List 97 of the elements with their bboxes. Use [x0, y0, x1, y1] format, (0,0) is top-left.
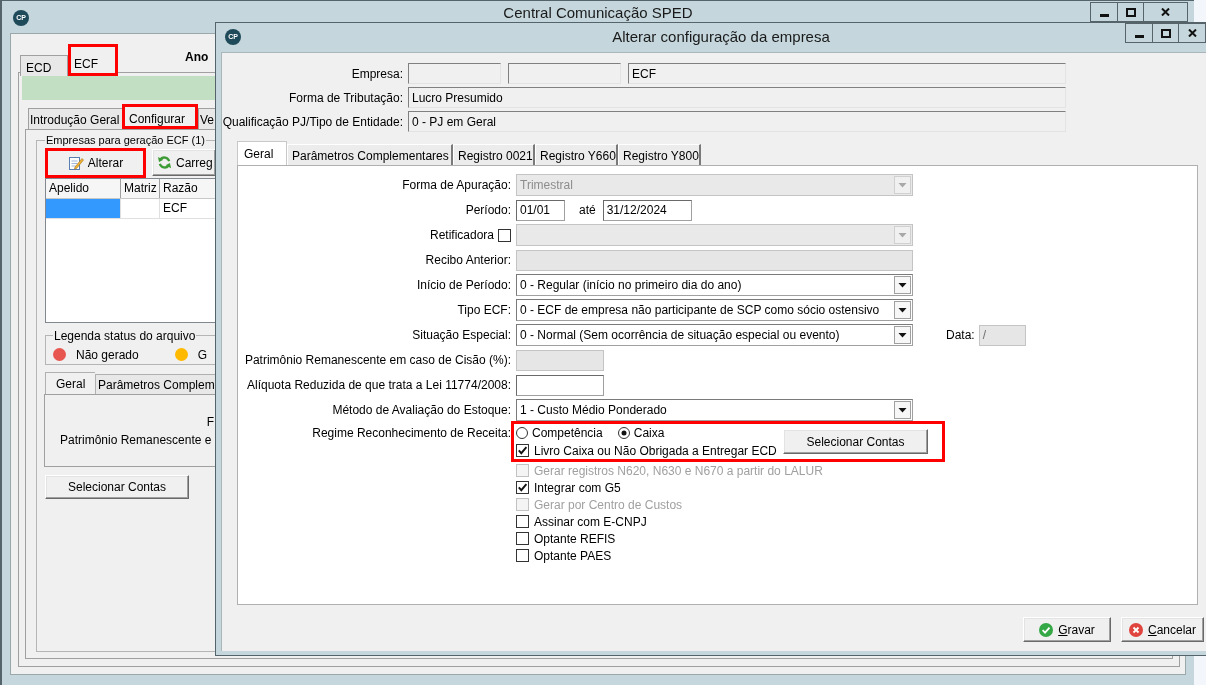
cancel-button[interactable]: Cancelar [1121, 617, 1204, 642]
minimize-icon [1099, 13, 1109, 17]
dropdown[interactable]: 0 - Regular (início no primeiro dia do ano) [516, 274, 913, 296]
text-field[interactable] [508, 63, 621, 84]
field-label: Patrimônio Remanescente e [60, 431, 213, 449]
field-label: Recibo Anterior: [425, 252, 511, 269]
field-label: Forma de Apuração: [402, 177, 511, 194]
group-title: Empresas para geração ECF (1) [45, 133, 206, 148]
edit-button[interactable]: Alterar [45, 147, 146, 178]
select-accounts-button[interactable]: Selecionar Contas [783, 429, 928, 454]
window-title: Central Comunicação SPED [503, 4, 693, 21]
refresh-icon [157, 155, 172, 170]
checkbox[interactable] [516, 444, 529, 457]
checkbox-label: Optante REFIS [534, 530, 616, 548]
caret-icon [894, 276, 911, 294]
table-cell[interactable]: ECF [160, 198, 215, 218]
radio-button[interactable] [516, 427, 528, 439]
caret-icon [894, 226, 911, 244]
legend-label: Não gerado [76, 346, 139, 364]
close-button[interactable] [1178, 23, 1206, 43]
field-label: Método de Avaliação do Estoque: [332, 402, 511, 419]
close-button[interactable] [1143, 2, 1188, 22]
field-label: Início de Período: [416, 277, 511, 294]
tab[interactable]: ECD [20, 55, 68, 76]
text-field[interactable] [516, 374, 604, 396]
field-label: até [579, 202, 596, 219]
field-label: Tipo ECF: [457, 302, 511, 319]
maximize-button[interactable] [1152, 23, 1179, 43]
field-label: F [206, 413, 214, 431]
caret-icon [894, 301, 911, 319]
maximize-icon [1160, 28, 1171, 38]
close-icon [1187, 29, 1197, 37]
field-label: Data: [946, 327, 975, 344]
legend-label: G [197, 346, 208, 364]
minimize-icon [1134, 34, 1144, 38]
field-label: Forma de Tributação: [288, 89, 403, 107]
check-circle-icon [1039, 622, 1054, 637]
x-circle-icon [1129, 622, 1143, 637]
column-header[interactable]: Matriz [121, 178, 160, 198]
field-label: Patrimônio Remanescente em caso de Cisão (%): [244, 352, 511, 369]
tab[interactable]: Geral [237, 141, 287, 165]
group-title: Legenda status do arquivo [53, 327, 197, 345]
checkbox-label: Gerar por Centro de Custos [534, 496, 683, 514]
select-accounts-button[interactable]: Selecionar Contas [45, 474, 189, 499]
text-field[interactable]: 0 - PJ em Geral [408, 111, 1066, 132]
tab[interactable]: Registro 0021 [453, 144, 535, 165]
tab[interactable]: Configurar [122, 104, 198, 129]
field-label: Situação Especial: [412, 327, 511, 344]
column-header[interactable]: Apelido [46, 178, 121, 198]
checkbox-label: Livro Caixa ou Não Obrigada a Entregar ECD [534, 442, 777, 460]
field-label: Período: [465, 202, 511, 219]
dropdown[interactable]: 1 - Custo Médio Ponderado [516, 399, 913, 421]
tab[interactable]: Geral [45, 371, 95, 394]
caret-icon [894, 176, 911, 194]
tab[interactable]: Parâmetros Complem [95, 373, 215, 394]
tab[interactable]: ECF [68, 44, 118, 76]
text-field[interactable] [408, 63, 501, 84]
tab[interactable]: Ve [198, 108, 215, 129]
maximize-button[interactable] [1117, 2, 1144, 22]
checkbox[interactable] [516, 532, 529, 545]
tab[interactable]: Introdução Geral [28, 108, 122, 129]
field-label: Retificadora [429, 227, 494, 244]
minimize-button[interactable] [1125, 23, 1153, 43]
tab[interactable]: Parâmetros Complementares [287, 144, 453, 165]
field-label: Alíquota Reduzida de que trata a Lei 11774/2008: [247, 377, 511, 394]
radio-button[interactable] [617, 427, 630, 439]
option-label: Competência [532, 425, 603, 442]
dialog-title: Alterar configuração da empresa [612, 28, 830, 45]
caret-icon [894, 326, 911, 344]
checkbox-label: Integrar com G5 [534, 479, 621, 497]
dropdown[interactable]: 0 - Normal (Sem ocorrência de situação especial ou evento) [516, 324, 913, 346]
caret-icon [894, 401, 911, 419]
year-label: Ano [185, 49, 209, 66]
pencil-icon [67, 154, 84, 171]
tab[interactable]: Registro Y660 [535, 144, 618, 165]
minimize-button[interactable] [1090, 2, 1118, 22]
field-label: Empresa: [351, 65, 403, 83]
checkbox[interactable] [516, 549, 529, 562]
checkbox[interactable] [516, 515, 529, 528]
option-label: Caixa [633, 425, 665, 442]
text-field[interactable]: 31/12/2024 [602, 199, 692, 221]
text-field[interactable]: Lucro Presumido [408, 87, 1066, 108]
column-header[interactable]: Razão [160, 178, 215, 198]
checkbox[interactable] [516, 481, 529, 494]
reload-button[interactable]: Carreg [152, 149, 215, 176]
tab[interactable]: Registro Y800 [618, 144, 701, 165]
text-field[interactable]: ECF [628, 63, 1066, 84]
field-label: Qualificação PJ/Tipo de Entidade: [222, 113, 403, 131]
checkbox-label: Assinar com E-CNPJ [534, 513, 647, 531]
field-label: Regime Reconhecimento de Receita: [312, 425, 511, 442]
close-icon [1161, 8, 1170, 16]
dropdown[interactable]: 0 - ECF de empresa não participante de SCP como sócio ostensivo [516, 299, 913, 321]
checkbox-label: Gerar registros N620, N630 e N670 a partir do LALUR [534, 462, 823, 480]
save-button[interactable]: Gravar [1023, 617, 1111, 642]
maximize-icon [1125, 7, 1136, 17]
checkbox-label: Optante PAES [534, 547, 612, 565]
text-field[interactable]: 01/01 [516, 199, 565, 221]
